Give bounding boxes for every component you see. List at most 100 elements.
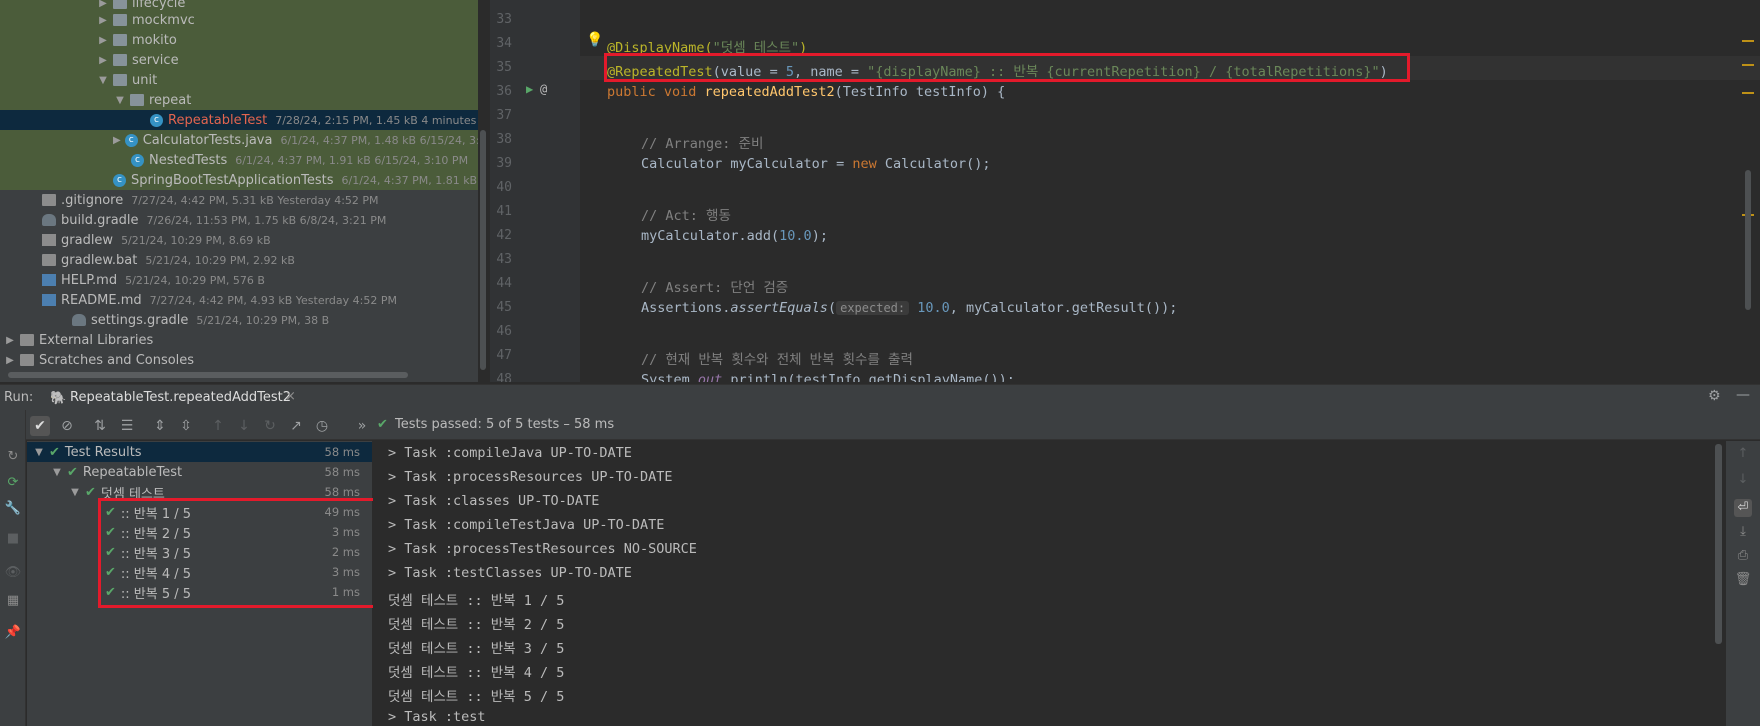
next-failed-icon[interactable]: ↓ xyxy=(234,416,254,436)
code-line-47: // 현재 반복 횟수와 전체 반복 횟수를 출력 xyxy=(641,352,913,368)
tree-item-external-libraries[interactable]: ▶ External Libraries xyxy=(0,330,478,350)
tree-item-build-gradle[interactable]: build.gradle 7/26/24, 11:53 PM, 1.75 kB 6… xyxy=(0,210,478,230)
tree-item-help-md[interactable]: HELP.md 5/21/24, 10:29 PM, 576 B xyxy=(0,270,478,290)
prev-failed-icon[interactable]: ↑ xyxy=(208,416,228,436)
console-line: > Task :testClasses UP-TO-DATE xyxy=(388,565,632,581)
tree-item-calculatortests[interactable]: ▶ c CalculatorTests.java 6/1/24, 4:37 PM, 1… xyxy=(0,130,478,150)
chevron-right-icon[interactable]: ▶ xyxy=(113,135,121,146)
tree-item-repeatabletest[interactable]: c RepeatableTest 7/28/24, 2:15 PM, 1.45 kB… xyxy=(0,110,478,130)
tree-item-settings-gradle[interactable]: settings.gradle 5/21/24, 10:29 PM, 38 B xyxy=(0,310,478,330)
chevron-right-icon[interactable]: ▶ xyxy=(97,55,109,66)
eye-icon[interactable]: 👁 xyxy=(4,564,22,582)
tree-item-mokito[interactable]: ▶ mokito xyxy=(0,30,478,50)
tree-item-nestedtests[interactable]: c NestedTests 6/1/24, 4:37 PM, 1.91 kB 6/1… xyxy=(0,150,478,170)
more-icon[interactable]: » xyxy=(352,416,372,436)
folder-icon xyxy=(130,94,144,106)
line-number: 48 xyxy=(496,372,512,382)
close-icon[interactable]: × xyxy=(285,389,296,404)
line-number: 45 xyxy=(496,300,512,315)
import-tests-icon[interactable]: ↻ xyxy=(260,416,280,436)
line-number: 34 xyxy=(496,36,512,51)
tree-item-gitignore[interactable]: .gitignore 7/27/24, 4:42 PM, 5.31 kB Yest… xyxy=(0,190,478,210)
toggle-auto-test-icon[interactable]: ⟳ xyxy=(4,474,22,492)
chevron-right-icon[interactable]: ▶ xyxy=(4,355,16,366)
file-icon xyxy=(42,254,56,266)
tree-item-mockmvc[interactable]: ▶ mockmvc xyxy=(0,10,478,30)
editor-scrollbar[interactable] xyxy=(1745,170,1751,310)
export-icon[interactable]: ↗ xyxy=(286,416,306,436)
layout-icon[interactable]: ▦ xyxy=(4,592,22,610)
console-line: > Task :compileJava UP-TO-DATE xyxy=(388,445,632,461)
code-line-44: // Assert: 단언 검증 xyxy=(641,280,789,296)
code-editor[interactable]: 33 34 35 36 37 38 39 40 41 42 43 44 45 4… xyxy=(490,0,1760,382)
class-icon: c xyxy=(131,153,144,167)
show-passed-icon[interactable]: ✔ xyxy=(30,416,50,436)
run-gutter-icon[interactable]: ▶ xyxy=(526,82,533,96)
sort-alpha-icon[interactable]: ⇅ xyxy=(90,416,110,436)
history-icon[interactable]: ◷ xyxy=(312,416,332,436)
sort-duration-icon[interactable]: ☰ xyxy=(117,416,137,436)
tree-item-service[interactable]: ▶ service xyxy=(0,50,478,70)
line-number: 36 xyxy=(496,84,512,99)
vertical-scrollbar[interactable] xyxy=(480,130,486,370)
rerun-failed-icon[interactable]: ↻ xyxy=(4,448,22,466)
line-number: 35 xyxy=(496,60,512,75)
chevron-right-icon[interactable]: ▶ xyxy=(97,35,109,46)
down-arrow-icon[interactable]: ↓ xyxy=(1734,471,1752,489)
tree-item-unit[interactable]: ▼ unit xyxy=(0,70,478,90)
folder-icon xyxy=(113,54,127,66)
wrench-icon[interactable]: 🔧 xyxy=(4,500,22,518)
line-number: 46 xyxy=(496,324,512,339)
horizontal-scrollbar[interactable] xyxy=(8,372,408,378)
chevron-right-icon[interactable]: ▶ xyxy=(97,15,109,26)
scroll-to-end-icon[interactable]: ⤓ xyxy=(1734,523,1752,541)
chevron-down-icon[interactable]: ▼ xyxy=(51,467,63,478)
console-scrollbar[interactable] xyxy=(1715,444,1722,644)
stop-icon[interactable]: ■ xyxy=(4,530,22,548)
line-number: 43 xyxy=(496,252,512,267)
show-ignored-icon[interactable]: ⊘ xyxy=(57,416,77,436)
collapse-all-icon[interactable]: ⇳ xyxy=(176,416,196,436)
run-tab[interactable]: RepeatableTest.repeatedAddTest2 xyxy=(70,390,291,405)
implementations-gutter-icon[interactable]: @ xyxy=(540,82,547,96)
tree-item-gradlew-bat[interactable]: gradlew.bat 5/21/24, 10:29 PM, 2.92 kB xyxy=(0,250,478,270)
code-line-38: // Arrange: 준비 xyxy=(641,136,764,152)
tree-item-gradlew[interactable]: gradlew 5/21/24, 10:29 PM, 8.69 kB xyxy=(0,230,478,250)
check-icon: ✔ xyxy=(49,444,60,460)
test-results-root[interactable]: ▼ ✔ Test Results 58 ms xyxy=(27,442,372,462)
console-line: > Task :classes UP-TO-DATE xyxy=(388,493,600,509)
console-line: 덧셈 테스트 :: 반복 1 / 5 xyxy=(388,593,565,609)
chevron-right-icon[interactable]: ▶ xyxy=(4,335,16,346)
chevron-right-icon[interactable]: ▶ xyxy=(97,0,109,9)
gear-icon[interactable]: ⚙ xyxy=(1708,388,1721,404)
trash-icon[interactable]: 🗑 xyxy=(1734,571,1752,589)
console-output[interactable]: > Task :compileJava UP-TO-DATE > Task :p… xyxy=(373,441,1713,726)
tree-item-repeat[interactable]: ▼ repeat xyxy=(0,90,478,110)
soft-wrap-icon[interactable]: ⏎ xyxy=(1734,499,1752,517)
line-number: 38 xyxy=(496,132,512,147)
ide-window: ▶ lifecycle ▶ mockmvc ▶ mokito ▶ service ▼ un… xyxy=(0,0,1760,726)
test-status-text: Tests passed: 5 of 5 tests – 58 ms xyxy=(395,417,615,432)
minimize-icon[interactable]: — xyxy=(1736,387,1750,403)
expand-all-icon[interactable]: ⇕ xyxy=(150,416,170,436)
class-icon: c xyxy=(124,133,138,147)
up-arrow-icon[interactable]: ↑ xyxy=(1734,445,1752,463)
line-number: 42 xyxy=(496,228,512,243)
class-icon: c xyxy=(113,173,126,187)
chevron-down-icon[interactable]: ▼ xyxy=(69,487,81,498)
tree-item-readme-md[interactable]: README.md 7/27/24, 4:42 PM, 4.93 kB Yeste… xyxy=(0,290,478,310)
print-icon[interactable]: ⎙ xyxy=(1734,547,1752,565)
tree-item-springboottestapplicationtests[interactable]: c SpringBootTestApplicationTests 6/1/24, 4… xyxy=(0,170,478,190)
tree-item-scratches[interactable]: ▶ Scratches and Consoles xyxy=(0,350,478,370)
line-number: 41 xyxy=(496,204,512,219)
chevron-down-icon[interactable]: ▼ xyxy=(114,95,126,106)
chevron-down-icon[interactable]: ▼ xyxy=(33,447,45,458)
lightbulb-icon[interactable]: 💡 xyxy=(586,32,603,48)
console-line: 덧셈 테스트 :: 반복 5 / 5 xyxy=(388,689,565,705)
highlight-box-annotation xyxy=(98,498,378,608)
parameter-hint: expected: xyxy=(836,301,910,315)
line-number: 37 xyxy=(496,108,512,123)
test-class-row[interactable]: ▼ ✔ RepeatableTest 58 ms xyxy=(27,462,372,482)
pin-icon[interactable]: 📌 xyxy=(4,624,22,642)
chevron-down-icon[interactable]: ▼ xyxy=(97,75,109,86)
